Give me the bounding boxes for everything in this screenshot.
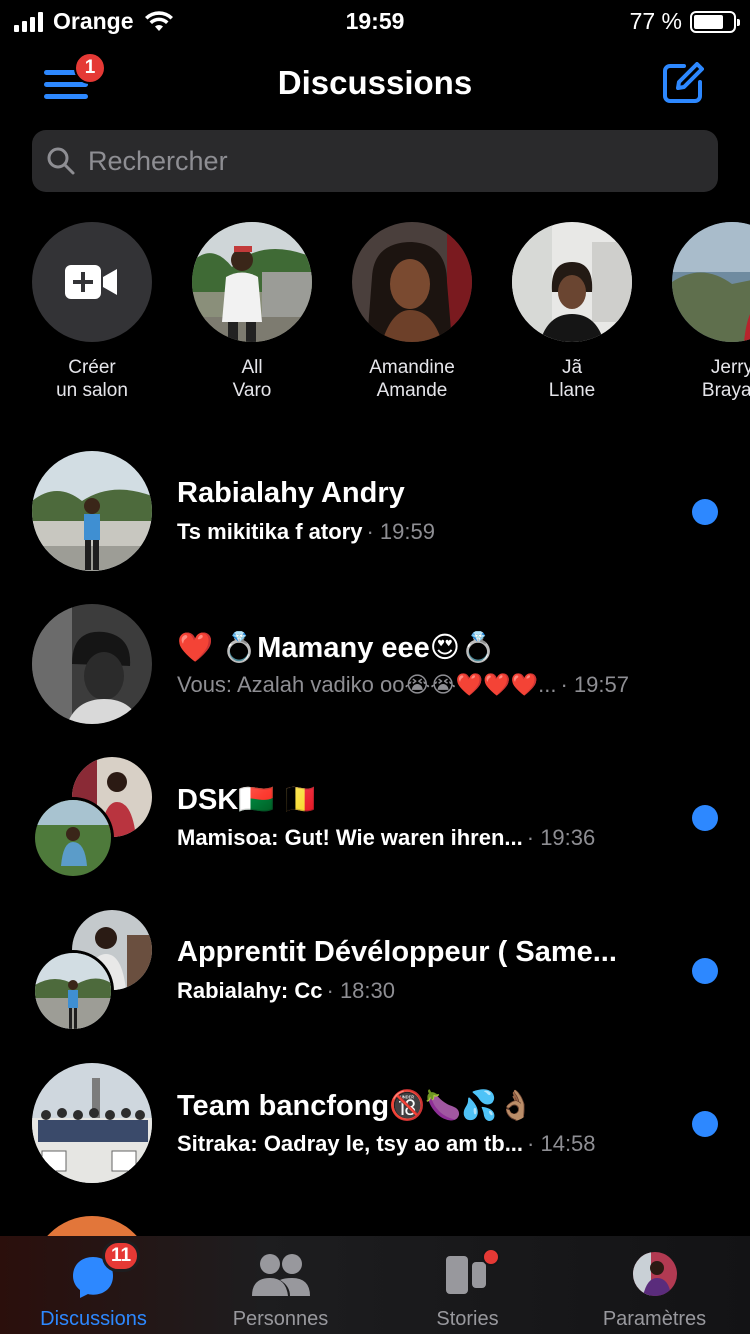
- story-label-line2: Brayan: [701, 380, 750, 401]
- compose-icon: [663, 62, 704, 103]
- story-label-line1: Amandine: [369, 357, 455, 378]
- avatar: [32, 451, 152, 571]
- unread-indicator: [692, 958, 718, 984]
- story-item[interactable]: Amandine Amande: [352, 222, 472, 402]
- last-message: Ts mikitika f atory: [177, 519, 363, 544]
- last-message: Rabialahy: Cc: [177, 978, 323, 1003]
- search-bar[interactable]: [32, 130, 718, 192]
- unread-indicator: [692, 805, 718, 831]
- tab-bar: 11 Discussions Personnes Stories Paramèt…: [0, 1236, 750, 1334]
- avatar[interactable]: [352, 222, 472, 342]
- conversation-preview: Ts mikitika f atory · 19:59: [177, 519, 435, 545]
- message-time: · 19:36: [526, 825, 596, 850]
- avatar: [32, 950, 114, 1032]
- story-label: Jã Llane: [512, 356, 632, 402]
- story-label: All Varo: [192, 356, 312, 402]
- unread-indicator: [692, 1111, 718, 1137]
- avatar[interactable]: [672, 222, 750, 342]
- group-avatar: [32, 910, 152, 1032]
- avatar: [32, 1216, 152, 1236]
- story-label-line1: All: [241, 357, 263, 378]
- last-message: Sitraka: Oadray le, tsy ao am tb...: [177, 1131, 524, 1156]
- battery-icon: [690, 10, 740, 33]
- stories-icon: [446, 1250, 500, 1294]
- create-room-circle[interactable]: [32, 222, 152, 342]
- tab-label: Paramètres: [602, 1308, 707, 1330]
- conversation-row[interactable]: Rabialahy Andry Ts mikitika f atory · 19…: [0, 451, 750, 601]
- story-label-line1: Jerry: [710, 357, 750, 378]
- status-bar: Orange 19:59 77 %: [0, 0, 750, 42]
- story-label-line2: Amande: [376, 380, 448, 401]
- conversation-row-partial[interactable]: [32, 1216, 152, 1236]
- people-icon: [252, 1254, 310, 1296]
- compose-button[interactable]: [662, 62, 704, 104]
- video-plus-icon: [65, 265, 117, 299]
- tab-personnes[interactable]: Personnes: [187, 1236, 374, 1334]
- conversation-name: DSK🇲🇬 🇧🇪: [177, 784, 319, 816]
- avatar[interactable]: [192, 222, 312, 342]
- avatar: [32, 1063, 152, 1183]
- story-item[interactable]: Jerry Brayan: [672, 222, 750, 402]
- status-right: 77 %: [629, 8, 740, 35]
- conversation-row[interactable]: Apprentit Dévéloppeur ( Same... Rabialah…: [0, 910, 750, 1060]
- conversation-preview: Vous: Azalah vadiko oo😭😭❤️❤️❤️... · 19:5…: [177, 672, 629, 698]
- search-icon: [47, 147, 75, 175]
- story-item[interactable]: All Varo: [192, 222, 312, 402]
- conversation-name: Team bancfong🔞🍆💦👌🏽: [177, 1090, 534, 1122]
- story-label-line1: Créer: [68, 357, 116, 378]
- tab-parametres[interactable]: Paramètres: [561, 1236, 748, 1334]
- tab-label: Personnes: [232, 1308, 329, 1330]
- conversation-name: Apprentit Dévéloppeur ( Same...: [177, 936, 617, 968]
- tab-label: Discussions: [40, 1308, 147, 1330]
- profile-avatar-icon: [633, 1252, 677, 1296]
- avatar: [32, 797, 114, 879]
- group-avatar: [32, 757, 152, 879]
- avatar: [32, 604, 152, 724]
- last-message: Mamisoa: Gut! Wie waren ihren...: [177, 825, 523, 850]
- story-label: Créer un salon: [32, 356, 152, 402]
- last-message: Vous: Azalah vadiko oo😭😭❤️❤️❤️...: [177, 672, 557, 697]
- story-label: Amandine Amande: [352, 356, 472, 402]
- message-time: · 19:59: [366, 519, 435, 544]
- conversation-row[interactable]: ❤️ 💍Mamany eee😍💍 Vous: Azalah vadiko oo😭…: [0, 604, 750, 754]
- story-label-line2: un salon: [56, 380, 128, 401]
- story-item[interactable]: Jã Llane: [512, 222, 632, 402]
- search-input[interactable]: [88, 145, 688, 177]
- conversation-name: Rabialahy Andry: [177, 477, 405, 509]
- story-label: Jerry Brayan: [672, 356, 750, 402]
- story-label-line1: Jã: [561, 357, 583, 378]
- stories-row: Créer un salon All Varo Amandine Amande …: [32, 222, 750, 412]
- story-label-line2: Varo: [232, 380, 272, 401]
- tab-stories[interactable]: Stories: [374, 1236, 561, 1334]
- message-time: · 14:58: [527, 1131, 596, 1156]
- conversation-name: ❤️ 💍Mamany eee😍💍: [177, 632, 497, 664]
- header: 1 Discussions: [0, 52, 750, 116]
- battery-percent: 77 %: [629, 8, 682, 34]
- tab-label: Stories: [436, 1308, 499, 1330]
- story-label-line2: Llane: [548, 380, 596, 401]
- conversation-preview: Sitraka: Oadray le, tsy ao am tb... · 14…: [177, 1131, 596, 1157]
- tab-discussions[interactable]: 11 Discussions: [0, 1236, 187, 1334]
- conversation-row[interactable]: Team bancfong🔞🍆💦👌🏽 Sitraka: Oadray le, t…: [0, 1063, 750, 1213]
- conversation-preview: Mamisoa: Gut! Wie waren ihren... · 19:36: [177, 825, 595, 851]
- conversation-row[interactable]: DSK🇲🇬 🇧🇪 Mamisoa: Gut! Wie waren ihren..…: [0, 757, 750, 907]
- unread-indicator: [692, 499, 718, 525]
- story-create-room[interactable]: Créer un salon: [32, 222, 152, 402]
- page-title: Discussions: [277, 64, 473, 101]
- avatar[interactable]: [512, 222, 632, 342]
- discussions-badge: 11: [102, 1240, 140, 1272]
- conversation-preview: Rabialahy: Cc · 18:30: [177, 978, 395, 1004]
- message-time: · 18:30: [326, 978, 396, 1003]
- message-time: · 19:57: [560, 672, 629, 697]
